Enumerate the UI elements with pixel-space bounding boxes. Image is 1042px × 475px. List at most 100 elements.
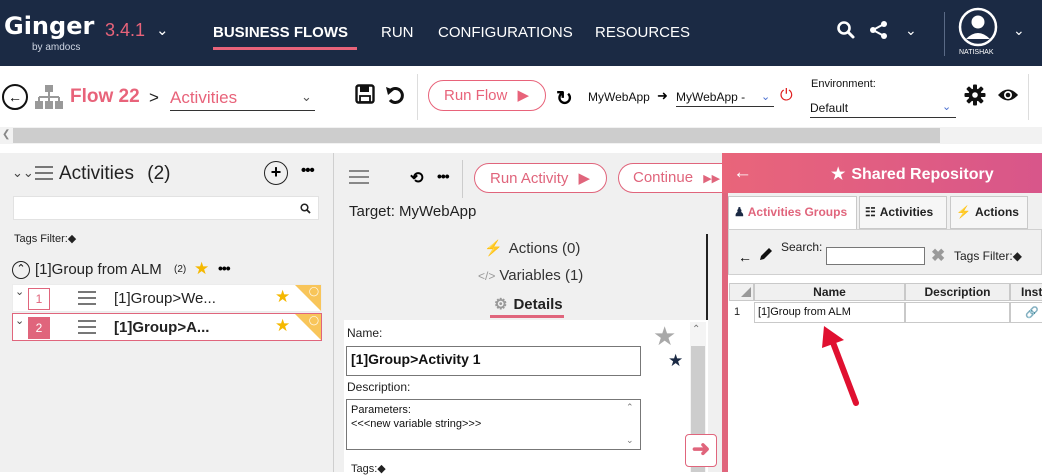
share-chevron-icon[interactable]: ⌄ bbox=[905, 22, 917, 39]
nav-resources[interactable]: RESOURCES bbox=[595, 24, 690, 41]
star-icon[interactable]: ★ bbox=[275, 287, 290, 307]
tag-icon: ◆ bbox=[377, 463, 386, 475]
nav-business-flows[interactable]: BUSINESS FLOWS bbox=[213, 24, 348, 41]
tags-filter-label: Tags Filter: bbox=[954, 249, 1013, 263]
tag-icon: ◆ bbox=[67, 233, 77, 245]
tab-activities-groups[interactable]: ♟ Activities Groups bbox=[728, 196, 857, 229]
run-flow-button[interactable]: Run Flow ▶ bbox=[428, 80, 546, 111]
activities-title-text: Activities bbox=[59, 163, 134, 184]
activity-row[interactable]: ⌄ 1 [1]Group>We... ★ ◯ bbox=[12, 284, 322, 312]
tab-activities[interactable]: ☷ Activities bbox=[859, 196, 947, 229]
menu-icon[interactable] bbox=[349, 170, 369, 189]
activity-row-selected[interactable]: ⌄ 2 [1]Group>A... ★ ◯ bbox=[12, 313, 322, 341]
nav-run[interactable]: RUN bbox=[381, 24, 414, 41]
tags-field[interactable]: Tags:◆ bbox=[351, 462, 386, 475]
breadcrumb-activities-select[interactable]: Activities bbox=[170, 88, 315, 111]
activity-label: [1]Group>We... bbox=[114, 290, 216, 307]
search-icon[interactable] bbox=[300, 201, 311, 219]
collapse-chevrons-icon[interactable]: ⌄⌄ bbox=[12, 165, 34, 181]
variables-tab[interactable]: </> Variables (1) bbox=[478, 267, 583, 284]
scroll-up-icon[interactable]: ⌃ bbox=[626, 402, 634, 413]
power-icon[interactable]: ⏻ bbox=[780, 87, 793, 105]
undo-icon[interactable]: ⟲ bbox=[410, 168, 423, 188]
star-icon[interactable]: ★ bbox=[275, 316, 290, 336]
star-icon[interactable]: ★ bbox=[194, 259, 209, 279]
column-header-name[interactable]: Name bbox=[754, 283, 905, 301]
undo-icon[interactable] bbox=[385, 84, 407, 111]
skip-forward-icon: ▶▶ bbox=[703, 173, 721, 185]
scrollbar-thumb[interactable] bbox=[13, 128, 940, 143]
more-options-icon[interactable]: ••• bbox=[301, 162, 315, 179]
version-chevron-icon[interactable]: ⌄ bbox=[156, 21, 169, 39]
user-chevron-icon[interactable]: ⌄ bbox=[1013, 22, 1025, 39]
expand-right-button[interactable]: ➜ bbox=[685, 434, 717, 467]
mandatory-star-icon[interactable]: ★ bbox=[668, 351, 683, 371]
table-cell-description[interactable] bbox=[905, 302, 1010, 323]
user-avatar[interactable] bbox=[958, 7, 998, 47]
details-tab[interactable]: ⚙ Details bbox=[494, 295, 563, 313]
column-header-instance[interactable]: Inst bbox=[1010, 283, 1042, 301]
collapse-group-icon[interactable]: ⌃ bbox=[12, 261, 30, 279]
target-app-select[interactable]: MyWebApp - bbox=[676, 90, 774, 107]
tags-label: Tags: bbox=[351, 463, 378, 475]
user-name: NATISHAK bbox=[959, 49, 994, 56]
flow-name: Flow 22 bbox=[70, 86, 140, 107]
run-activity-button[interactable]: Run Activity ▶ bbox=[474, 163, 607, 193]
chevron-down-icon[interactable]: ⌄ bbox=[15, 314, 24, 327]
grid-corner-icon bbox=[741, 287, 751, 297]
menu-icon[interactable] bbox=[35, 166, 53, 185]
scroll-left-icon[interactable]: ❮ bbox=[2, 129, 10, 140]
lightning-icon: ⚡ bbox=[484, 240, 503, 257]
repository-search-label: Search: bbox=[781, 240, 823, 254]
more-options-icon[interactable]: ••• bbox=[218, 260, 231, 276]
more-options-icon[interactable]: ••• bbox=[437, 168, 450, 184]
nav-configurations[interactable]: CONFIGURATIONS bbox=[438, 24, 573, 41]
eye-icon[interactable] bbox=[997, 87, 1019, 108]
drag-handle-icon[interactable] bbox=[78, 291, 96, 310]
activities-search-input[interactable] bbox=[13, 196, 319, 220]
tab-label: Activities Groups bbox=[747, 205, 848, 219]
clear-icon[interactable]: ✖ bbox=[931, 246, 945, 266]
tab-actions[interactable]: ⚡ Actions bbox=[950, 196, 1028, 229]
scroll-up-icon[interactable]: ⌃ bbox=[692, 324, 700, 335]
actions-tab[interactable]: ⚡ Actions (0) bbox=[484, 239, 580, 257]
repository-search-input[interactable] bbox=[826, 247, 925, 265]
activity-index: 2 bbox=[28, 317, 50, 339]
toolbar-divider bbox=[417, 74, 418, 120]
chevron-down-icon[interactable]: ⌄ bbox=[761, 90, 770, 103]
activities-count: (2) bbox=[147, 163, 171, 184]
app-version[interactable]: 3.4.1 bbox=[105, 20, 145, 41]
drag-handle-icon[interactable] bbox=[78, 320, 96, 339]
continue-button[interactable]: Continue ▶▶ bbox=[618, 163, 722, 193]
target-label: Target: MyWebApp bbox=[349, 203, 477, 220]
share-icon[interactable] bbox=[869, 20, 889, 45]
activity-name-field[interactable]: [1]Group>Activity 1 bbox=[346, 346, 641, 376]
code-icon: </> bbox=[478, 269, 496, 283]
link-icon[interactable]: 🔗 bbox=[1010, 302, 1042, 323]
refresh-icon[interactable]: ↻ bbox=[556, 86, 573, 111]
flow-tree-icon bbox=[34, 84, 64, 115]
activity-index: 1 bbox=[28, 288, 50, 310]
star-icon[interactable]: ★ bbox=[653, 321, 676, 352]
back-arrow-icon[interactable]: ← bbox=[733, 162, 752, 184]
group-count: (2) bbox=[174, 264, 187, 275]
gear-icon[interactable] bbox=[964, 84, 986, 111]
pencil-icon[interactable] bbox=[758, 246, 774, 267]
list-icon: ☷ bbox=[865, 205, 876, 219]
row-index: 1 bbox=[734, 306, 741, 318]
repository-tags-filter[interactable]: Tags Filter:◆ bbox=[954, 249, 1022, 263]
chevron-down-icon[interactable]: ⌄ bbox=[15, 285, 24, 298]
chevron-down-icon[interactable]: ⌄ bbox=[942, 100, 951, 113]
save-icon[interactable] bbox=[355, 84, 375, 109]
chevron-down-icon[interactable]: ⌄ bbox=[301, 89, 312, 105]
column-header-description[interactable]: Description bbox=[905, 283, 1010, 301]
arrow-left-icon[interactable]: ← bbox=[738, 249, 752, 265]
add-activity-button[interactable]: + bbox=[264, 161, 288, 185]
description-field[interactable]: Parameters: <<<new variable string>>> bbox=[346, 399, 641, 450]
scroll-down-icon[interactable]: ⌄ bbox=[626, 435, 634, 446]
search-icon[interactable] bbox=[836, 20, 856, 45]
tags-filter[interactable]: Tags Filter:◆ bbox=[14, 232, 76, 245]
environment-select[interactable]: Default bbox=[810, 101, 956, 118]
nav-active-indicator bbox=[213, 47, 357, 50]
back-arrow-icon[interactable]: ← bbox=[2, 84, 28, 110]
